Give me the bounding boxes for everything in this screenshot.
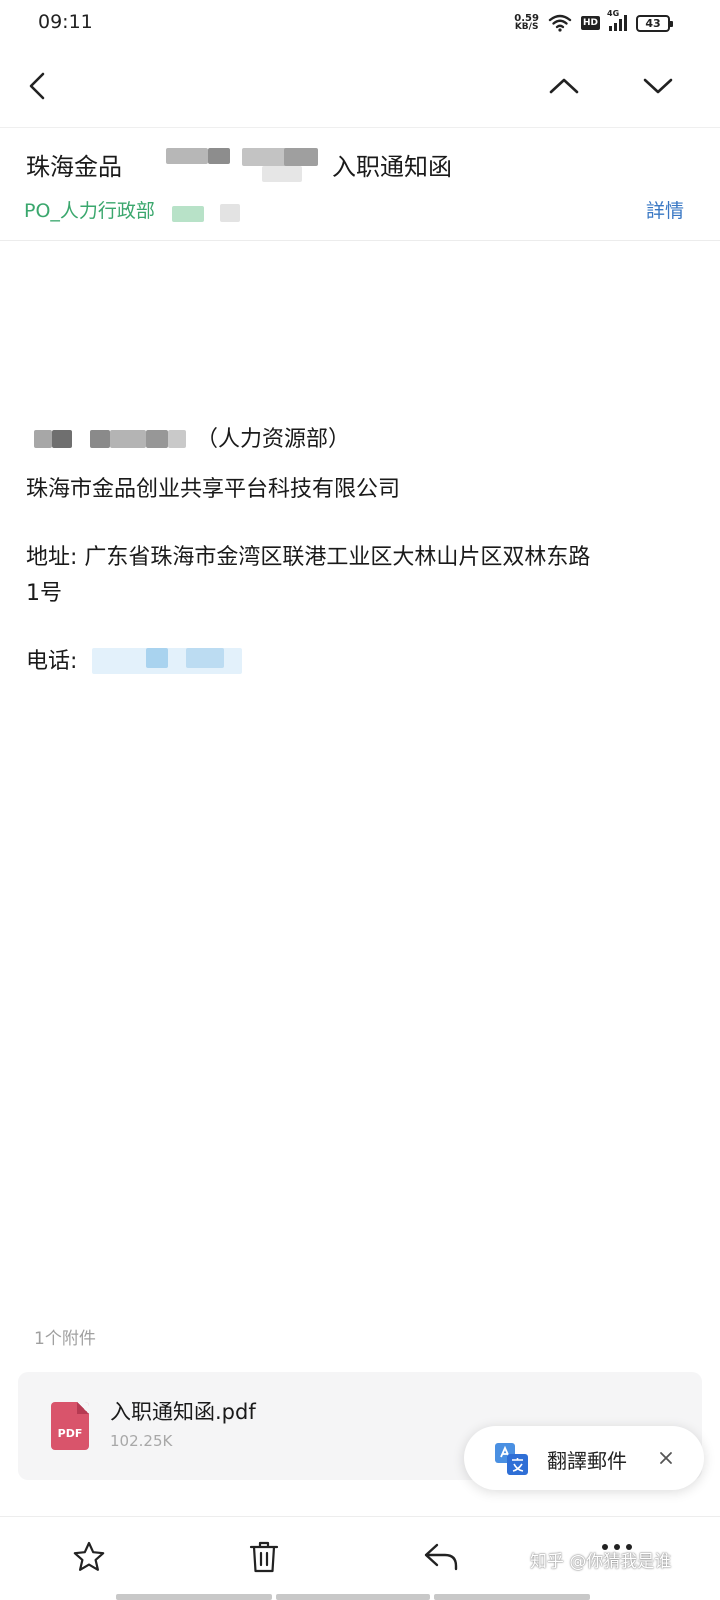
toolbar-divider [0, 1516, 720, 1517]
redacted-block [284, 148, 318, 166]
chevron-down-icon [643, 78, 673, 94]
attachment-name: 入职通知函.pdf [110, 1400, 256, 1424]
subject-end: 入职通知函 [332, 152, 452, 181]
redacted-block [166, 148, 208, 164]
gesture-bar [116, 1594, 272, 1600]
redacted-block [186, 648, 224, 668]
previous-email-button[interactable] [540, 62, 588, 110]
redacted-block [262, 166, 302, 182]
redacted-block [208, 148, 230, 164]
close-icon [660, 1452, 672, 1464]
reply-button[interactable] [416, 1532, 466, 1582]
chevron-left-icon [29, 72, 45, 100]
sender-row: PO_人力行政部 詳情 [24, 194, 684, 224]
watermark: 知乎 @你猜我是谁 [530, 1552, 672, 1572]
subject-start: 珠海金品 [26, 152, 122, 181]
attachment-count: 1个附件 [34, 1329, 96, 1349]
status-bar: 09:11 0.59 KB/S HD 4G 43 [0, 0, 720, 46]
status-time: 09:11 [38, 11, 93, 33]
translate-label: 翻譯郵件 [547, 1449, 627, 1473]
status-icons: 0.59 KB/S HD 4G 43 [514, 9, 673, 34]
hd-badge: HD [580, 16, 600, 30]
attachment-size: 102.25K [110, 1432, 173, 1450]
wifi-icon [548, 14, 572, 32]
redacted-block [168, 430, 186, 448]
email-subject: 珠海金品 入职通知函 [26, 144, 686, 184]
redacted-block [90, 430, 110, 448]
header-divider [0, 240, 720, 241]
gesture-bar [276, 1594, 430, 1600]
nav-divider [0, 127, 720, 128]
signal-icon: 4G [607, 9, 627, 31]
redacted-block [52, 430, 72, 448]
chevron-up-icon [549, 78, 579, 94]
redacted-block [110, 430, 146, 448]
star-button[interactable] [64, 1532, 114, 1582]
translate-email-pill[interactable]: 翻譯郵件 [464, 1426, 704, 1490]
nav-bar [0, 54, 720, 120]
body-company: 珠海市金品创业共享平台科技有限公司 [26, 477, 401, 502]
trash-icon [249, 1541, 279, 1573]
gesture-bar [434, 1594, 590, 1600]
next-email-button[interactable] [634, 62, 682, 110]
network-speed: 0.59 KB/S [514, 13, 539, 32]
battery-icon: 43 [636, 14, 673, 32]
body-address-line-1: 地址: 广东省珠海市金湾区联港工业区大林山片区双林东路 [26, 545, 591, 570]
redacted-block [220, 204, 240, 222]
back-button[interactable] [14, 62, 62, 110]
translate-close-button[interactable] [650, 1442, 682, 1474]
body-address-line-2: 1号 [26, 581, 62, 606]
body-phone-label: 电话: [26, 649, 78, 674]
pdf-file-icon: PDF [51, 1402, 89, 1450]
translate-icon [495, 1443, 528, 1475]
redacted-block [146, 430, 168, 448]
star-icon [73, 1541, 105, 1571]
redacted-block [172, 206, 204, 222]
details-link[interactable]: 詳情 [646, 196, 684, 223]
redacted-block [146, 648, 168, 668]
body-department: （人力资源部） [196, 427, 351, 452]
sender-name[interactable]: PO_人力行政部 [24, 196, 155, 223]
delete-button[interactable] [239, 1532, 289, 1582]
redacted-block [34, 430, 52, 448]
reply-icon [424, 1543, 458, 1571]
